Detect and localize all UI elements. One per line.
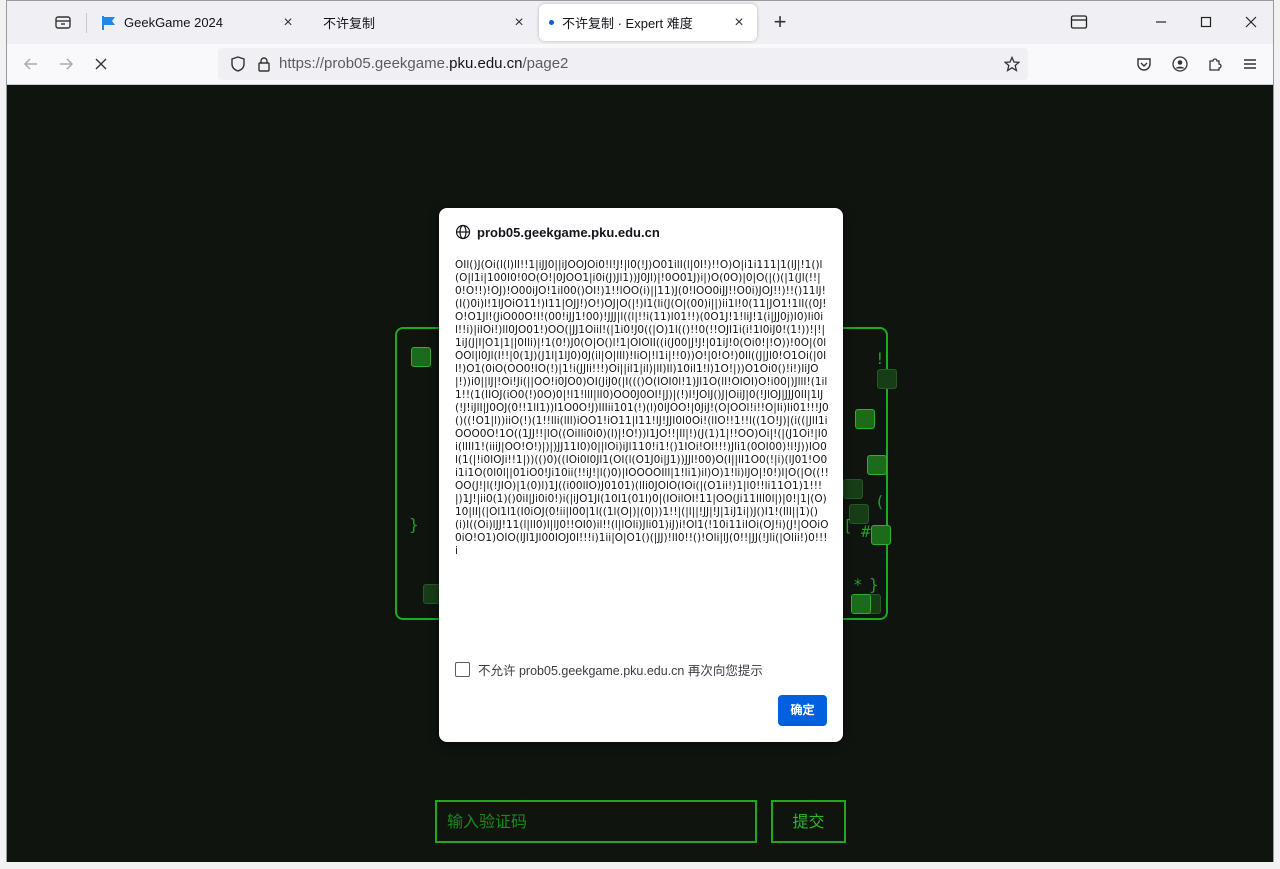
tab-bar: GeekGame 2024 × 不许复制 × 不许复制 · Expert 难度 … bbox=[7, 1, 1273, 44]
captcha-square bbox=[851, 594, 871, 614]
pocket-icon bbox=[1137, 58, 1151, 71]
tab-label: 不许复制 · Expert 难度 bbox=[562, 16, 693, 31]
account-button[interactable] bbox=[1170, 54, 1190, 74]
stop-button[interactable] bbox=[91, 54, 111, 74]
minimize-icon bbox=[1156, 21, 1166, 23]
url-path: /page2 bbox=[522, 55, 569, 72]
list-all-tabs-button[interactable] bbox=[1068, 12, 1090, 32]
browser-window: GeekGame 2024 × 不许复制 × 不许复制 · Expert 难度 … bbox=[6, 0, 1274, 862]
suppress-dialogs-option[interactable]: 不允许 prob05.geekgame.pku.edu.cn 再次向您提示 bbox=[455, 660, 763, 679]
alert-dialog: prob05.geekgame.pku.edu.cn OIl()J(Oi(l(l… bbox=[439, 208, 843, 742]
flag-icon bbox=[101, 15, 117, 31]
page-content: } ( [ } * # ! 输入验证码 提交 prob05.geekgame.p… bbox=[7, 85, 1273, 862]
captcha-square bbox=[855, 409, 875, 429]
dialog-message: OIl()J(Oi(l(l)lI!!1|iJJ0||iJOOJOi0!l!J!|… bbox=[455, 259, 829, 557]
pocket-button[interactable] bbox=[1134, 54, 1154, 74]
url-text[interactable]: https://prob05.geekgame.pku.edu.cn/page2 bbox=[279, 55, 568, 72]
shield-icon[interactable] bbox=[230, 56, 246, 77]
back-arrow-icon bbox=[23, 58, 37, 70]
tab-list-button[interactable] bbox=[53, 12, 73, 32]
lock-icon[interactable] bbox=[257, 56, 271, 77]
hamburger-menu-icon bbox=[1244, 59, 1256, 69]
url-prefix: https://prob05.geekgame. bbox=[279, 55, 450, 72]
forward-button[interactable] bbox=[56, 54, 76, 74]
dialog-header: prob05.geekgame.pku.edu.cn bbox=[455, 224, 660, 240]
window-list-icon bbox=[1070, 15, 1088, 29]
close-icon[interactable]: × bbox=[280, 14, 296, 31]
forward-arrow-icon bbox=[60, 58, 74, 70]
stop-icon bbox=[95, 58, 107, 70]
tab-list-icon bbox=[55, 16, 71, 29]
loading-dot-icon bbox=[549, 20, 554, 25]
tab-geekgame[interactable]: GeekGame 2024 × bbox=[91, 4, 306, 41]
captcha-square bbox=[877, 369, 897, 389]
captcha-square bbox=[411, 347, 431, 367]
tab-buxufuzhi[interactable]: 不许复制 × bbox=[313, 4, 537, 41]
captcha-square bbox=[843, 479, 863, 499]
close-icon[interactable]: × bbox=[731, 14, 747, 31]
back-button[interactable] bbox=[21, 54, 41, 74]
close-icon[interactable]: × bbox=[511, 14, 527, 31]
captcha-input[interactable]: 输入验证码 bbox=[435, 800, 757, 843]
captcha-glyph: # bbox=[861, 522, 871, 541]
url-host: pku.edu.cn bbox=[449, 55, 523, 72]
address-bar[interactable]: https://prob05.geekgame.pku.edu.cn/page2 bbox=[218, 48, 1028, 80]
dialog-origin: prob05.geekgame.pku.edu.cn bbox=[477, 224, 660, 240]
extensions-button[interactable] bbox=[1205, 54, 1225, 74]
close-window-icon bbox=[1245, 16, 1257, 28]
navigation-toolbar: https://prob05.geekgame.pku.edu.cn/page2 bbox=[7, 44, 1273, 85]
puzzle-icon bbox=[1209, 58, 1222, 71]
captcha-glyph: ( bbox=[875, 492, 885, 511]
captcha-glyph: ! bbox=[875, 349, 885, 368]
captcha-square bbox=[867, 455, 887, 475]
captcha-glyph: } bbox=[869, 575, 879, 594]
captcha-glyph: [ bbox=[843, 516, 853, 535]
bookmark-star-icon[interactable] bbox=[1003, 55, 1021, 77]
maximize-button[interactable] bbox=[1195, 12, 1217, 32]
submit-button[interactable]: 提交 bbox=[771, 800, 846, 843]
captcha-glyph: } bbox=[409, 515, 419, 534]
maximize-icon bbox=[1200, 16, 1212, 28]
tab-label: 不许复制 bbox=[323, 16, 376, 31]
suppress-checkbox[interactable] bbox=[455, 662, 470, 677]
captcha-square bbox=[871, 525, 891, 545]
globe-icon bbox=[455, 224, 471, 240]
suppress-label: 不允许 prob05.geekgame.pku.edu.cn 再次向您提示 bbox=[478, 664, 763, 678]
menu-button[interactable] bbox=[1240, 54, 1260, 74]
close-window-button[interactable] bbox=[1240, 12, 1262, 32]
minimize-button[interactable] bbox=[1150, 12, 1172, 32]
tab-separator bbox=[86, 13, 87, 33]
tab-expert[interactable]: 不许复制 · Expert 难度 × bbox=[539, 4, 757, 41]
captcha-glyph: * bbox=[853, 575, 863, 594]
tab-label: GeekGame 2024 bbox=[124, 15, 224, 30]
new-tab-button[interactable]: + bbox=[770, 11, 790, 33]
account-icon bbox=[1172, 56, 1188, 72]
ok-button[interactable]: 确定 bbox=[778, 695, 827, 726]
